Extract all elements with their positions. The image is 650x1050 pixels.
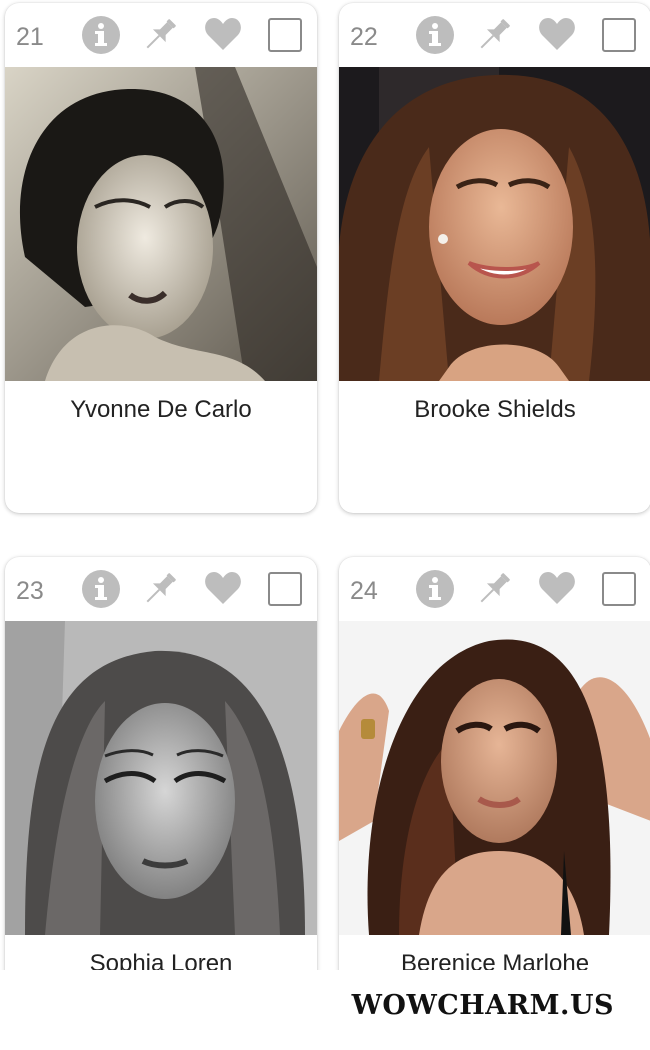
info-icon[interactable] — [81, 569, 121, 609]
card-toolbar: 22 — [339, 3, 650, 65]
celebrity-name[interactable]: Yvonne De Carlo — [5, 395, 317, 425]
rank-number: 24 — [350, 577, 378, 605]
pin-icon[interactable] — [474, 569, 514, 609]
celebrity-card[interactable]: 23 Sophia Loren — [5, 557, 317, 970]
heart-icon[interactable] — [203, 15, 243, 55]
pin-icon[interactable] — [474, 15, 514, 55]
celebrity-photo — [5, 621, 317, 935]
select-checkbox[interactable] — [601, 17, 637, 53]
heart-icon[interactable] — [537, 15, 577, 55]
info-icon[interactable] — [415, 15, 455, 55]
site-watermark: WOWCHARM.US — [351, 990, 614, 1021]
select-checkbox[interactable] — [601, 571, 637, 607]
celebrity-name[interactable]: Berenice Marlohe — [339, 949, 650, 970]
heart-icon[interactable] — [203, 569, 243, 609]
info-icon[interactable] — [81, 15, 121, 55]
celebrity-card[interactable]: 21 Yvonne De Carlo — [5, 3, 317, 513]
rank-number: 23 — [16, 577, 44, 605]
rank-number: 22 — [350, 23, 378, 51]
celebrity-photo — [339, 621, 650, 935]
heart-icon[interactable] — [537, 569, 577, 609]
card-toolbar: 23 — [5, 557, 317, 619]
celebrity-photo — [5, 67, 317, 381]
rank-number: 21 — [16, 23, 44, 51]
pin-icon[interactable] — [140, 15, 180, 55]
info-icon[interactable] — [415, 569, 455, 609]
select-checkbox[interactable] — [267, 17, 303, 53]
card-grid: 21 Yvonne De Carlo 22 Brooke Shields 23 … — [0, 0, 650, 970]
celebrity-photo — [339, 67, 650, 381]
celebrity-name[interactable]: Brooke Shields — [339, 395, 650, 425]
celebrity-name[interactable]: Sophia Loren — [5, 949, 317, 970]
card-toolbar: 24 — [339, 557, 650, 619]
celebrity-card[interactable]: 22 Brooke Shields — [339, 3, 650, 513]
celebrity-card[interactable]: 24 Berenice Marlohe — [339, 557, 650, 970]
card-toolbar: 21 — [5, 3, 317, 65]
select-checkbox[interactable] — [267, 571, 303, 607]
pin-icon[interactable] — [140, 569, 180, 609]
